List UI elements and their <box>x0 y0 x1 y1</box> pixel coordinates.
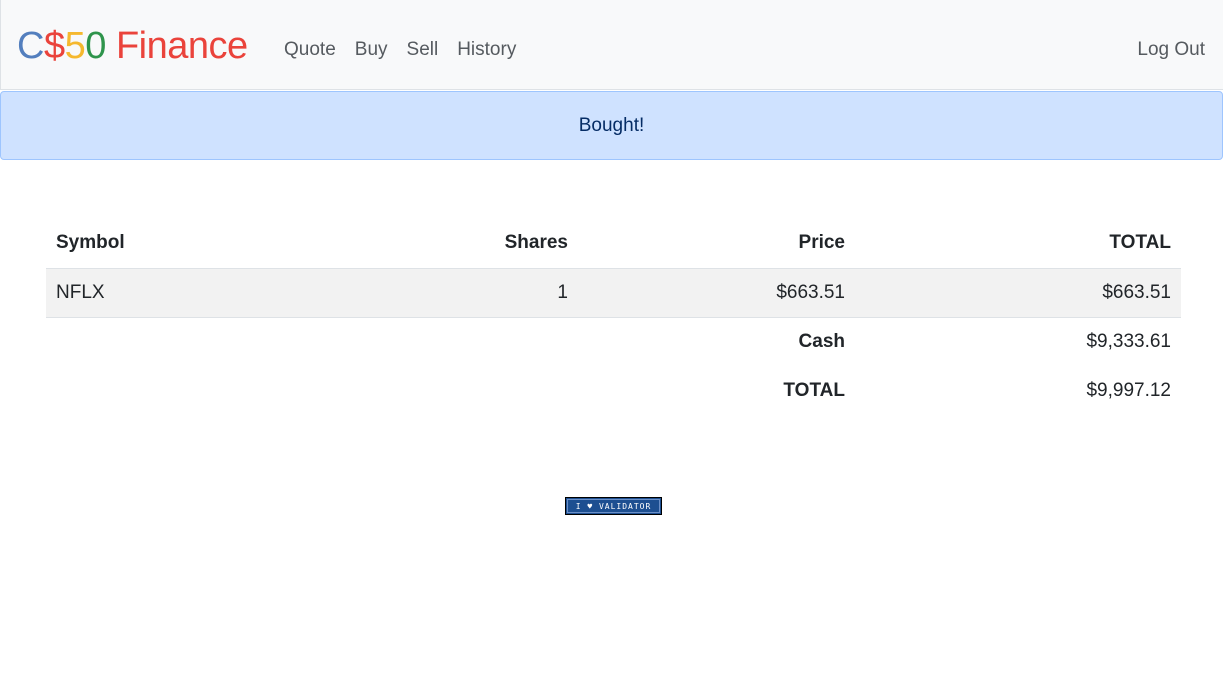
nav-links: Quote Buy Sell History <box>284 38 535 62</box>
cash-label: Cash <box>798 330 845 352</box>
grand-total-value: $9,997.12 <box>1086 379 1171 401</box>
validator-label: I ♥ VALIDATOR <box>575 501 652 511</box>
grand-total-label: TOTAL <box>783 379 845 401</box>
brand-finance: Finance <box>115 25 248 67</box>
header-total: TOTAL <box>855 219 1181 269</box>
brand-zero: 0 <box>85 25 106 67</box>
nav-link-history[interactable]: History <box>457 38 516 62</box>
brand-logo[interactable]: C$50 Finance <box>17 24 248 68</box>
brand-dollar: $ <box>43 25 65 67</box>
header-symbol: Symbol <box>46 219 324 269</box>
alert-message: Bought! <box>578 114 645 136</box>
cash-row: Cash $9,333.61 <box>46 317 1181 366</box>
cell-total: $663.51 <box>855 268 1181 318</box>
alert-banner: Bought! <box>0 91 1223 160</box>
header-price: Price <box>578 219 855 269</box>
cash-value: $9,333.61 <box>1086 330 1171 352</box>
cell-price: $663.51 <box>578 268 855 318</box>
header-shares: Shares <box>324 219 578 269</box>
cell-shares: 1 <box>324 268 578 318</box>
table-header-row: Symbol Shares Price TOTAL <box>46 219 1181 269</box>
brand-five: 5 <box>64 25 86 67</box>
nav-link-sell[interactable]: Sell <box>407 38 439 62</box>
portfolio-table: Symbol Shares Price TOTAL NFLX 1 $663.51… <box>46 219 1181 415</box>
logout-link[interactable]: Log Out <box>1137 38 1205 62</box>
cell-symbol: NFLX <box>46 268 324 318</box>
navbar: C$50 Finance Quote Buy Sell History Log … <box>0 0 1223 90</box>
table-row: NFLX 1 $663.51 $663.51 <box>46 268 1181 318</box>
nav-link-quote[interactable]: Quote <box>284 38 336 62</box>
brand-letter-c: C <box>17 25 44 67</box>
portfolio-table-wrapper: Symbol Shares Price TOTAL NFLX 1 $663.51… <box>46 219 1181 415</box>
grand-total-row: TOTAL $9,997.12 <box>46 366 1181 415</box>
nav-link-buy[interactable]: Buy <box>355 38 388 62</box>
validator-badge[interactable]: I ♥ VALIDATOR <box>565 497 662 515</box>
